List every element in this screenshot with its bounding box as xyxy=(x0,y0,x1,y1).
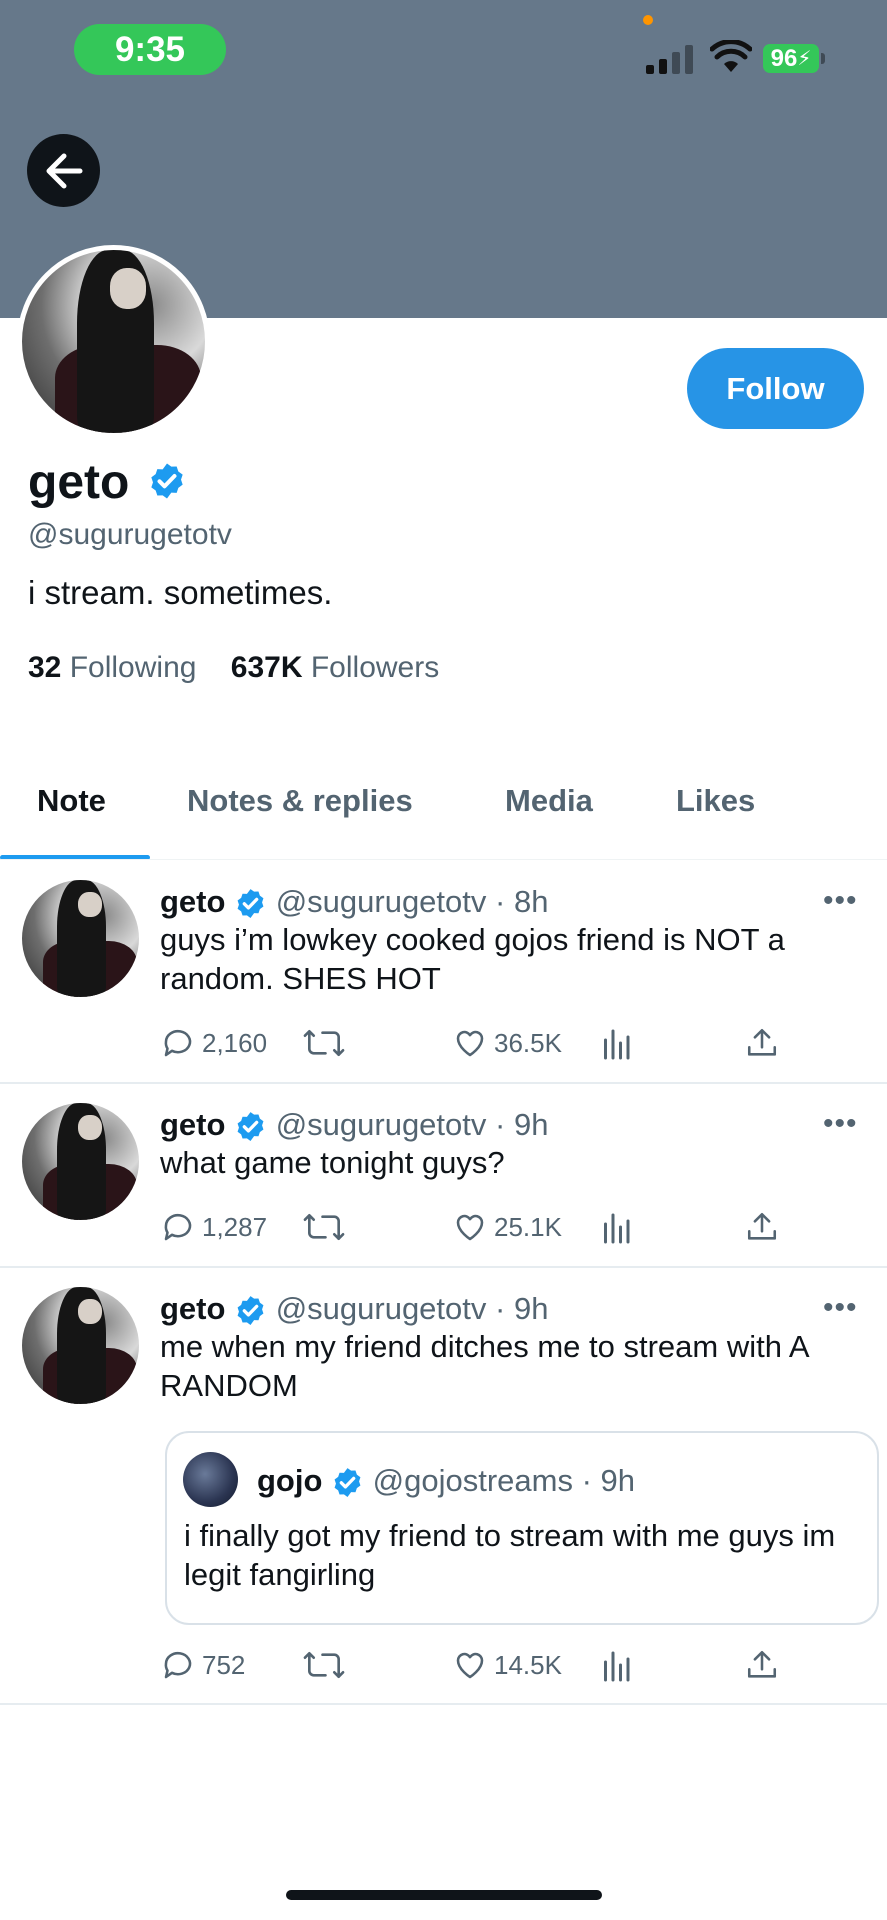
repost-icon xyxy=(303,1029,345,1057)
reply-icon xyxy=(164,1651,192,1679)
tweet-avatar[interactable] xyxy=(22,1287,139,1404)
tweet-text: what game tonight guys? xyxy=(160,1145,505,1180)
verified-badge-icon xyxy=(237,889,264,919)
back-button[interactable] xyxy=(27,134,100,207)
tweet-avatar[interactable] xyxy=(22,1103,139,1220)
like-button[interactable]: 25.1K xyxy=(452,1209,562,1245)
tweet-divider xyxy=(0,1703,887,1705)
following-link[interactable]: 32 Following xyxy=(28,651,196,684)
views-button[interactable] xyxy=(600,1647,632,1683)
reply-button[interactable]: 1,287 xyxy=(160,1209,267,1245)
reply-count: 1,287 xyxy=(202,1211,268,1242)
repost-button[interactable] xyxy=(302,1209,346,1245)
share-icon xyxy=(747,1650,777,1678)
tab-likes[interactable]: Likes xyxy=(676,783,755,819)
verified-badge-icon xyxy=(151,463,183,499)
reply-count: 2,160 xyxy=(202,1027,268,1058)
reply-count: 752 xyxy=(202,1649,246,1680)
tweet-author-handle: @sugurugetotv xyxy=(275,1107,487,1142)
like-count: 36.5K xyxy=(494,1027,562,1058)
arrow-left-icon xyxy=(46,153,82,188)
cellular-signal-icon xyxy=(646,44,694,74)
share-button[interactable] xyxy=(745,1647,779,1683)
like-button[interactable]: 36.5K xyxy=(452,1025,562,1061)
views-button[interactable] xyxy=(600,1209,632,1245)
tweet-divider xyxy=(0,1082,887,1084)
like-count: 25.1K xyxy=(494,1211,562,1242)
profile-bio: i stream. sometimes. xyxy=(28,574,333,611)
repost-icon xyxy=(303,1213,345,1241)
analytics-icon xyxy=(604,1029,630,1060)
repost-button[interactable] xyxy=(302,1647,346,1683)
tweet-time: · 9h xyxy=(495,1107,549,1142)
tab-note[interactable]: Note xyxy=(37,783,106,819)
quoted-tweet-text: i finally got my friend to stream with m… xyxy=(184,1518,836,1592)
quoted-tweet-header: gojo @gojostreams · 9h xyxy=(257,1463,635,1499)
reply-icon xyxy=(164,1213,192,1241)
tabs-divider xyxy=(0,859,887,860)
reply-icon xyxy=(164,1029,192,1057)
quoted-author-name: gojo xyxy=(257,1463,323,1498)
tweet-text: guys i’m lowkey cooked gojos friend is N… xyxy=(160,922,785,996)
more-options-icon[interactable]: ••• xyxy=(823,1107,858,1141)
wifi-icon xyxy=(710,40,752,72)
profile-handle: @sugurugetotv xyxy=(28,518,232,551)
share-icon xyxy=(747,1212,777,1240)
tab-media[interactable]: Media xyxy=(505,783,593,819)
quoted-tweet-avatar[interactable] xyxy=(183,1452,238,1507)
repost-icon xyxy=(303,1651,345,1679)
tweet-author-name[interactable]: geto xyxy=(160,884,225,919)
tweet-author-name[interactable]: geto xyxy=(160,1291,225,1326)
heart-icon xyxy=(456,1214,484,1241)
analytics-icon xyxy=(604,1213,630,1244)
tweet-author-name[interactable]: geto xyxy=(160,1107,225,1142)
share-button[interactable] xyxy=(745,1209,779,1245)
verified-badge-icon xyxy=(237,1296,264,1326)
following-label: Following xyxy=(69,651,197,684)
like-button[interactable]: 14.5K xyxy=(452,1647,562,1683)
profile-name: geto xyxy=(28,456,130,509)
more-options-icon[interactable]: ••• xyxy=(823,884,858,918)
tweet-author-handle: @sugurugetotv xyxy=(275,1291,487,1326)
follow-button[interactable]: Follow xyxy=(687,348,864,429)
battery-nub xyxy=(821,53,825,64)
tweet-divider xyxy=(0,1266,887,1268)
reply-button[interactable]: 2,160 xyxy=(160,1025,267,1061)
share-icon xyxy=(747,1028,777,1056)
tweet-time: · 9h xyxy=(495,1291,549,1326)
tweet-header: geto @sugurugetotv · 9h xyxy=(160,1291,548,1327)
tweet-header: geto @sugurugetotv · 9h xyxy=(160,1107,548,1143)
quoted-author-handle: @gojostreams xyxy=(372,1463,573,1498)
quoted-tweet-time: · 9h xyxy=(581,1463,636,1498)
followers-link[interactable]: 637K Followers xyxy=(231,651,439,684)
heart-icon xyxy=(456,1030,484,1057)
tab-notes-replies[interactable]: Notes & replies xyxy=(187,783,413,819)
tweet-header: geto @sugurugetotv · 8h xyxy=(160,884,548,920)
like-count: 14.5K xyxy=(494,1649,562,1680)
privacy-indicator-dot xyxy=(643,15,653,25)
analytics-icon xyxy=(604,1651,630,1682)
battery-indicator: 96 ⚡ xyxy=(763,44,819,73)
tweet-time: · 8h xyxy=(495,884,549,919)
profile-avatar[interactable] xyxy=(17,245,210,438)
following-count: 32 xyxy=(28,651,62,684)
repost-button[interactable] xyxy=(302,1025,346,1061)
followers-count: 637K xyxy=(230,651,303,684)
verified-badge-icon xyxy=(237,1112,264,1142)
profile-stats: 32 Following 637K Followers xyxy=(28,651,439,685)
verified-badge-icon xyxy=(334,1468,361,1498)
tweet-author-handle: @sugurugetotv xyxy=(275,884,487,919)
battery-level: 96 xyxy=(770,44,798,72)
share-button[interactable] xyxy=(745,1025,779,1061)
followers-label: Followers xyxy=(310,651,440,684)
tweet-text: me when my friend ditches me to stream w… xyxy=(160,1329,808,1403)
more-options-icon[interactable]: ••• xyxy=(823,1291,858,1325)
heart-icon xyxy=(456,1652,484,1679)
status-time: 9:35 xyxy=(74,24,226,75)
views-button[interactable] xyxy=(600,1025,632,1061)
profile-display-name: geto xyxy=(28,455,187,510)
reply-button[interactable]: 752 xyxy=(160,1647,245,1683)
tweet-avatar[interactable] xyxy=(22,880,139,997)
home-indicator[interactable] xyxy=(286,1890,602,1900)
